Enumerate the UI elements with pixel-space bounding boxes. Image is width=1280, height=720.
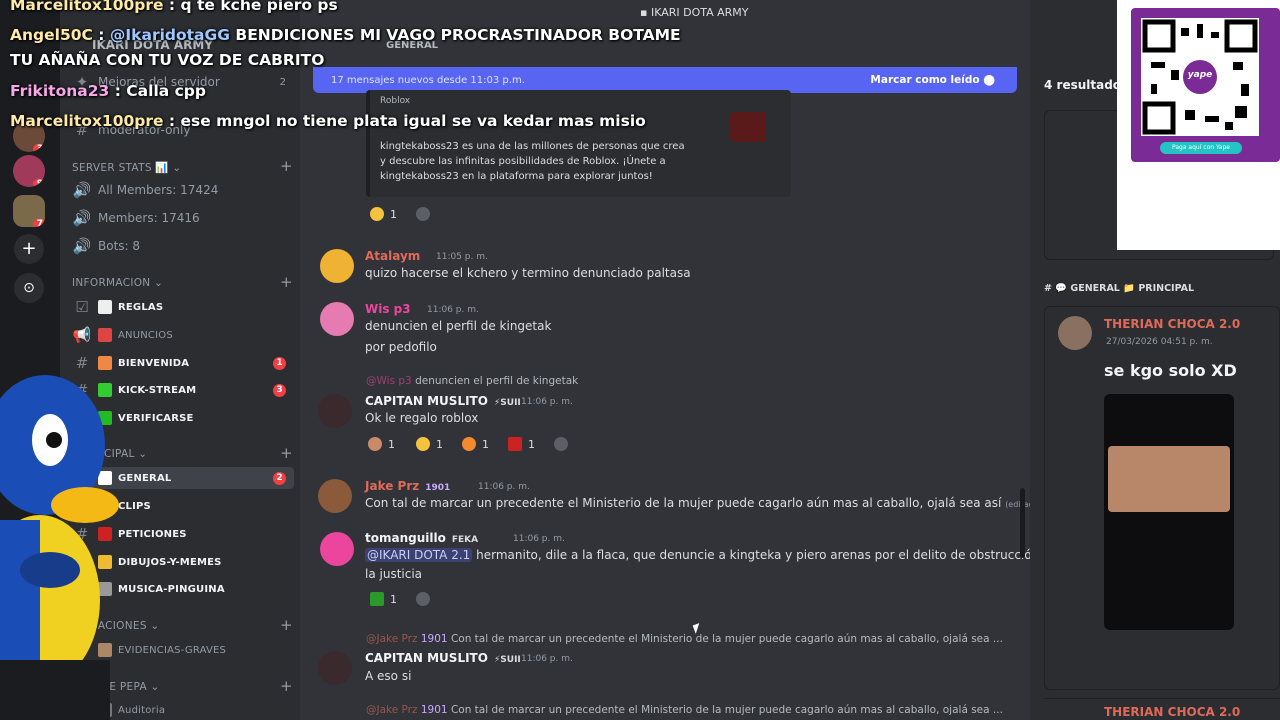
mention[interactable]: @IKARI DOTA 2.1 (365, 548, 473, 562)
add-server-icon[interactable]: + (14, 234, 44, 264)
channel-anuncios[interactable]: 📢 ANUNCIOS (72, 324, 294, 346)
add-reaction-icon[interactable] (416, 203, 436, 225)
username[interactable]: Jake Prz 1901 (365, 479, 450, 493)
mascot-overlay (0, 370, 120, 720)
timestamp: 11:06 p. m. (521, 397, 573, 407)
username[interactable]: tomanguillo FEKA (365, 531, 478, 545)
username[interactable]: Wis p3 (365, 302, 411, 316)
qr-code: yape (1141, 18, 1259, 136)
timestamp: 11:06 p. m. (478, 482, 530, 492)
result-text: se kgo solo XD (1104, 361, 1237, 380)
result-username[interactable]: THERIAN CHOCA 2.0 (1104, 317, 1240, 331)
server-icon[interactable]: 9 (13, 155, 45, 187)
new-messages-text: 17 mensajes nuevos desde 11:03 p.m. (331, 74, 525, 86)
username[interactable]: CAPITAN MUSLITO ⚡SUII (365, 651, 521, 665)
overlay-chat-line: Frikitona23 : Calla cpp (10, 82, 206, 100)
message-text: Ok le regalo roblox (365, 411, 479, 425)
add-reaction-icon[interactable] (416, 588, 436, 610)
add-channel-icon[interactable]: + (280, 677, 293, 695)
timestamp: 11:06 p. m. (521, 654, 573, 664)
embed-provider: Roblox (380, 96, 411, 106)
add-channel-icon[interactable]: + (280, 616, 293, 634)
message-text: @IKARI DOTA 2.1 hermanito, dile a la fla… (365, 548, 1051, 562)
result-card[interactable]: THERIAN CHOCA 2.0 (1044, 698, 1280, 720)
mark-read-button[interactable]: Marcar como leído ⬤ (870, 74, 995, 86)
reaction[interactable]: 1 (508, 433, 535, 455)
overlay-chat-line: TU AÑAÑA CON TU VOZ DE CABRITO (10, 51, 325, 69)
avatar[interactable] (320, 302, 354, 336)
reaction[interactable]: 1 (368, 433, 395, 455)
add-channel-icon[interactable]: + (280, 157, 293, 175)
reply-preview[interactable]: @Wis p3 denuncien el perfil de kingetak (366, 375, 578, 387)
avatar[interactable] (320, 532, 354, 566)
roblox-embed: Roblox kingtekaboss23 es una de las mill… (366, 90, 791, 197)
channel-reglas[interactable]: ☑ REGLAS (72, 296, 294, 318)
avatar[interactable] (320, 249, 354, 283)
window-title: ▪ IKARI DOTA ARMY (640, 6, 749, 19)
result-timestamp: 27/03/2026 04:51 p. m. (1106, 337, 1213, 347)
username[interactable]: Atalaym (365, 249, 420, 263)
explore-icon[interactable]: ⊙ (14, 273, 44, 303)
overlay-chat-line: Marcelitox100pre : ese mngol no tiene pl… (10, 112, 646, 130)
timestamp: 11:06 p. m. (427, 305, 479, 315)
reply-preview[interactable]: @Jake Prz 1901 Con tal de marcar un prec… (366, 704, 1003, 716)
message-text: Con tal de marcar un precedente el Minis… (365, 496, 1042, 510)
message-text: quizo hacerse el kchero y termino denunc… (365, 266, 691, 280)
message-text: por pedofilo (365, 340, 437, 354)
server-icon-active[interactable]: 7 (13, 195, 45, 227)
yape-logo: yape (1187, 70, 1213, 80)
embed-text: kingtekaboss23 es una de las millones de… (380, 141, 685, 182)
avatar[interactable] (318, 394, 352, 428)
message-text: A eso si (365, 669, 412, 683)
add-channel-icon[interactable]: + (280, 444, 293, 462)
result-channel-path[interactable]: # 💬 GENERAL 📁 PRINCIPAL (1044, 283, 1194, 294)
avatar[interactable] (318, 651, 352, 685)
chat-scrollbar[interactable] (1020, 488, 1025, 558)
add-reaction-icon[interactable] (554, 433, 574, 455)
reaction[interactable]: 1 (366, 203, 401, 225)
results-count: 4 resultados (1044, 78, 1129, 92)
category-informacion[interactable]: INFORMACION ⌄ (72, 277, 163, 289)
embed-thumbnail (730, 112, 766, 142)
stat-bots[interactable]: 🔊 Bots: 8 (72, 235, 294, 257)
timestamp: 11:06 p. m. (513, 534, 565, 544)
qr-caption: Paga aquí con Yape (1160, 142, 1242, 154)
timestamp: 11:05 p. m. (436, 252, 488, 262)
overlay-chat-line: Angel50C : @IkaridotaGG BENDICIONES MI V… (10, 26, 681, 44)
reaction[interactable]: 1 (416, 433, 443, 455)
reaction[interactable]: 1 (370, 588, 397, 610)
message-text: la justicia (365, 567, 423, 581)
reaction[interactable]: 1 (462, 433, 489, 455)
result-image[interactable] (1104, 394, 1234, 630)
avatar[interactable] (318, 479, 352, 513)
avatar[interactable] (1058, 316, 1092, 350)
username[interactable]: CAPITAN MUSLITO ⚡SUII (365, 394, 521, 408)
overlay-chat-line: Marcelitox100pre : q te kche piero ps (10, 0, 338, 14)
add-channel-icon[interactable]: + (280, 273, 293, 291)
stat-all-members[interactable]: 🔊 All Members: 17424 (72, 179, 294, 201)
message-text: denuncien el perfil de kingetak (365, 319, 552, 333)
category-server-stats[interactable]: SERVER STATS 📊 ⌄ (72, 161, 182, 174)
reply-preview[interactable]: @Jake Prz 1901 Con tal de marcar un prec… (366, 633, 1003, 645)
stat-members[interactable]: 🔊 Members: 17416 (72, 207, 294, 229)
